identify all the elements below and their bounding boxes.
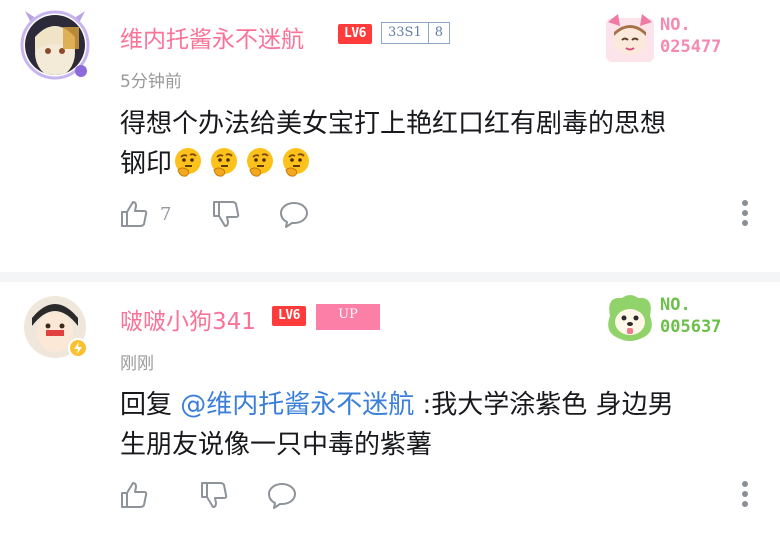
comment-item: 啵啵小狗341 LV6 UP NO. 005637 刚刚 回复 @维内托酱永不迷… [0,282,780,558]
avatar[interactable] [20,10,90,80]
fan-card[interactable]: NO. 025477 [602,12,766,64]
more-dot-icon [742,501,748,507]
more-dot-icon [742,481,748,487]
comment-text-line: 得想个办法给美女宝打上艳红口红有剧毒的思想 [120,109,667,139]
more-options-button[interactable] [742,481,750,511]
comment-item: 维内托酱永不迷航 LV6 33S1 8 NO. 025477 5分钟前 得想个办… [0,0,780,272]
thumbs-up-icon [121,482,148,508]
fan-medal-name: 33S1 [388,25,422,40]
thinking-face-emoji [172,146,204,178]
like-button[interactable]: 7 [118,198,171,230]
fan-card-character-icon [606,14,654,62]
fan-card-number: 025477 [660,37,722,57]
emoji-row [172,146,316,179]
username[interactable]: 维内托酱永不迷航 [120,20,304,54]
more-dot-icon [742,491,748,497]
avatar[interactable] [24,296,88,358]
fan-medal[interactable]: 33S1 8 [381,22,450,44]
fan-card-label: NO. [660,15,691,35]
fan-card[interactable]: NO. 005637 [602,292,766,344]
like-count: 7 [160,203,172,225]
like-button[interactable] [118,479,160,511]
comment-bubble-icon [268,483,296,509]
comment-content: 回复 @维内托酱永不迷航 :我大学涂紫色 身边男 生朋友说像一只中毒的紫薯 [120,385,760,465]
up-badge: UP [316,304,380,330]
comment-divider [0,272,780,282]
more-dot-icon [742,210,748,216]
more-dot-icon [742,220,748,226]
reply-button[interactable] [266,480,298,510]
fan-card-dog-icon [608,295,652,341]
comment-text-line-2: 钢印 [120,144,760,184]
thinking-face-emoji [244,146,276,178]
dislike-button[interactable] [210,198,242,230]
comment-text-line: 回复 @维内托酱永不迷航 :我大学涂紫色 身边男 [120,385,760,425]
thinking-face-emoji [280,146,312,178]
comment-bubble-icon [280,202,308,228]
timestamp: 刚刚 [120,354,154,374]
more-dot-icon [742,200,748,206]
comment-text: :我大学涂紫色 身边男 [414,390,674,420]
verified-lightning-icon [68,338,88,358]
reply-prefix: 回复 [120,390,181,420]
thumbs-up-icon [121,201,148,227]
comment-text-line: 钢印 [120,149,173,179]
reply-button[interactable] [278,199,310,229]
dislike-button[interactable] [198,479,230,511]
fan-card-number: 005637 [660,317,722,337]
username[interactable]: 啵啵小狗341 [120,302,256,336]
thinking-face-emoji [208,146,240,178]
thumbs-down-icon [213,201,240,227]
thumbs-down-icon [201,482,228,508]
timestamp: 5分钟前 [120,72,182,92]
fan-card-label: NO. [660,295,691,315]
comment-text-line: 生朋友说像一只中毒的紫薯 [120,430,433,460]
level-badge: LV6 [272,306,306,326]
comment-content: 得想个办法给美女宝打上艳红口红有剧毒的思想 钢印 [120,104,760,184]
mention-link[interactable]: @维内托酱永不迷航 [180,390,414,420]
more-options-button[interactable] [742,200,750,230]
fan-medal-level: 8 [427,23,449,43]
level-badge: LV6 [338,24,372,44]
